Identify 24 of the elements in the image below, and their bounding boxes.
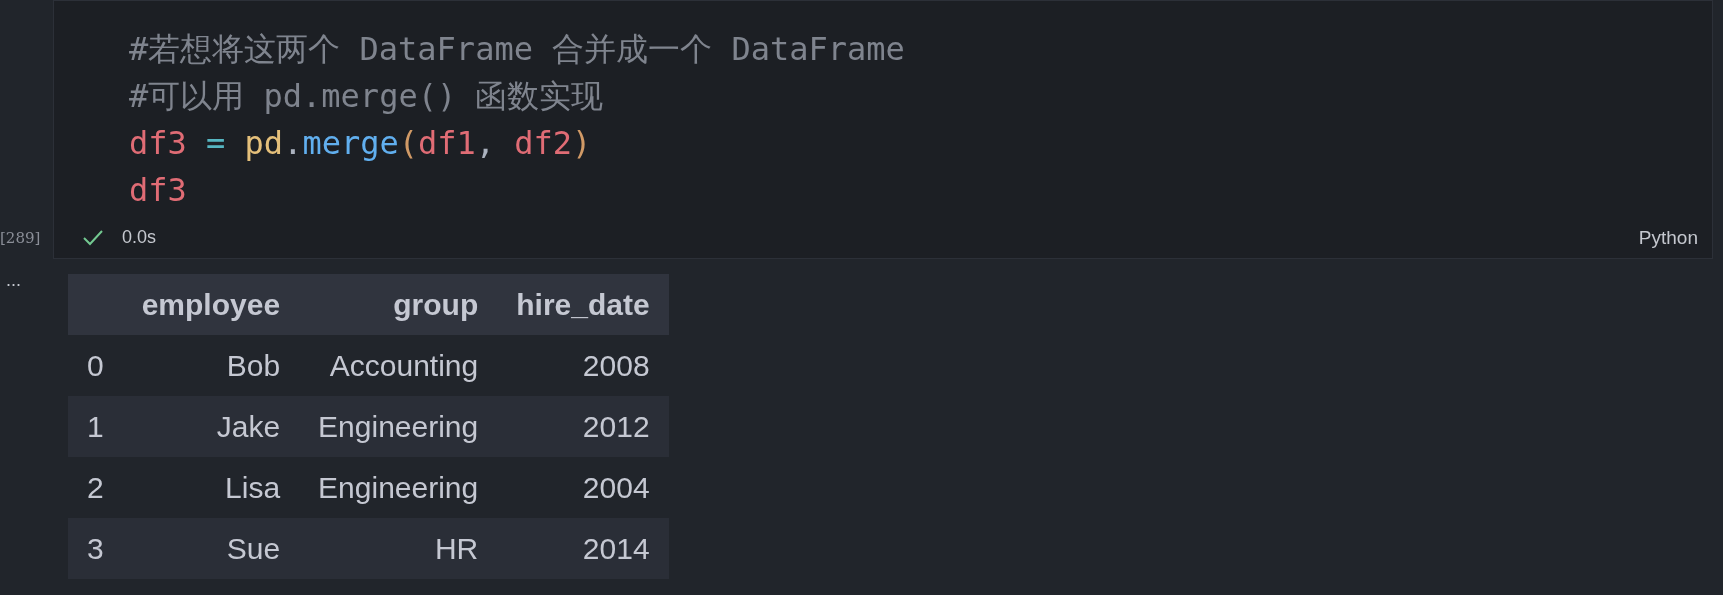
language-label[interactable]: Python (1638, 223, 1698, 252)
output-menu[interactable]: ... (0, 270, 21, 290)
table-cell: Lisa (122, 457, 300, 518)
row-index: 0 (68, 335, 123, 396)
table-cell: 2008 (497, 335, 669, 396)
row-index: 2 (68, 457, 123, 518)
column-header: group (299, 274, 498, 335)
table-cell: HR (299, 518, 498, 579)
table-cell: Engineering (299, 457, 498, 518)
row-index: 3 (68, 518, 123, 579)
table-cell: Accounting (299, 335, 498, 396)
execution-count: [289] (0, 227, 42, 249)
column-header: hire_date (497, 274, 669, 335)
code-editor[interactable]: #若想将这两个 DataFrame 合并成一个 DataFrame #可以用 pd.merge() 函数实现 df3 = pd.merge(df1, df2) df3 (54, 1, 1712, 214)
table-cell: Engineering (299, 396, 498, 457)
row-index: 1 (68, 396, 123, 457)
table-cell: Sue (122, 518, 300, 579)
table-cell: 2014 (497, 518, 669, 579)
column-header: employee (122, 274, 300, 335)
table-cell: Bob (122, 335, 300, 396)
table-cell: 2004 (497, 457, 669, 518)
execution-time: 0.0s (122, 226, 157, 250)
table-cell: 2012 (497, 396, 669, 457)
table-cell: Jake (122, 396, 300, 457)
